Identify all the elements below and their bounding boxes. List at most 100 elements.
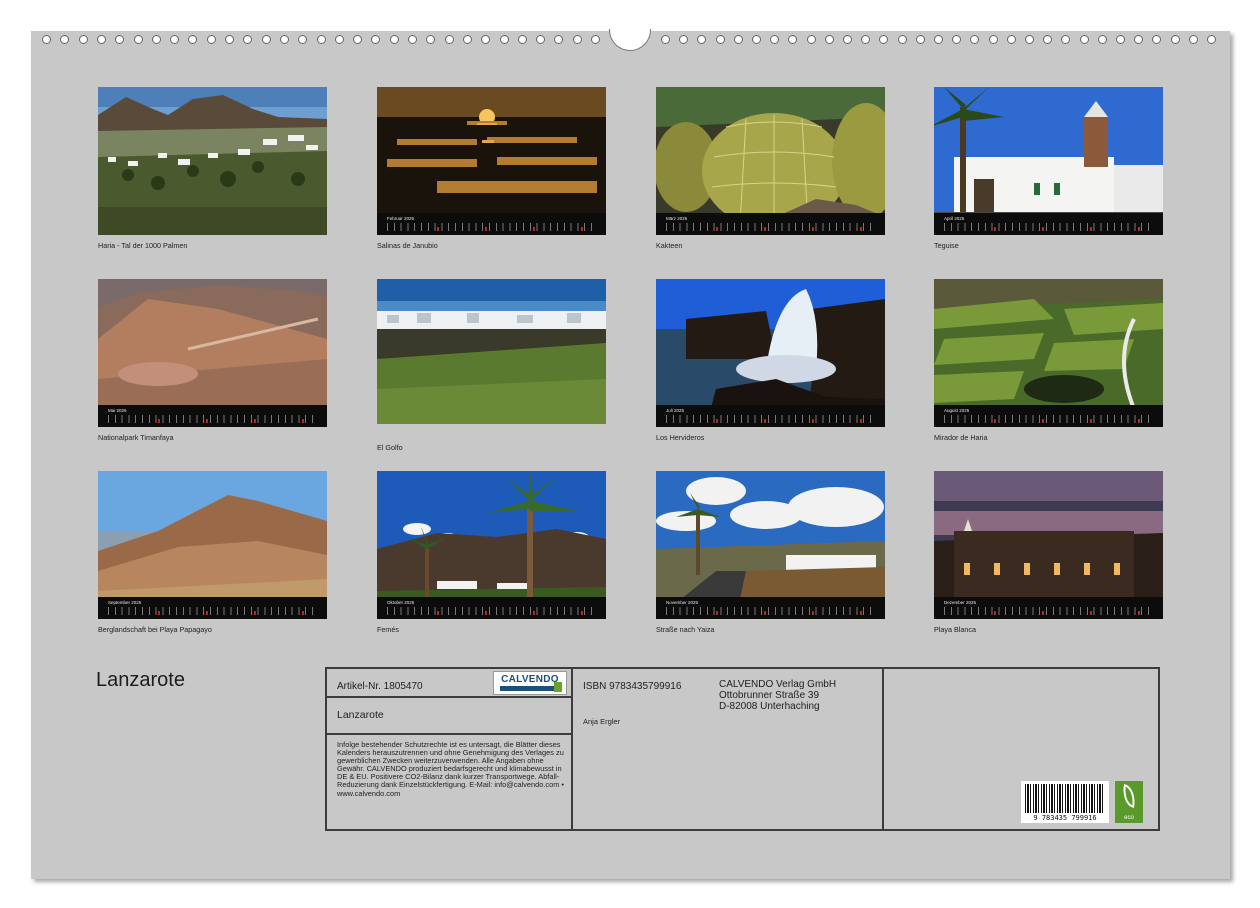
month-tile: Oktober 2025 Femés	[377, 471, 606, 634]
eco-label: eco	[1124, 815, 1134, 821]
binding-ring	[426, 35, 436, 44]
month-label: Oktober 2025	[387, 600, 415, 605]
month-tile: Februar 2025 Salinas de Janubio	[377, 87, 606, 250]
article-number: Artikel-Nr. 1805470	[337, 681, 423, 692]
binding-ring	[572, 35, 582, 44]
month-tile: März 2025 Kakteen	[656, 87, 885, 250]
month-label: August 2025	[944, 408, 970, 413]
binding-ring	[591, 35, 600, 44]
photo-mountain: September 2025	[98, 471, 327, 619]
month-tile: September 2025 Berglandschaft bei Playa …	[98, 471, 327, 634]
photo-coastvillage	[377, 279, 606, 424]
binding-ring	[1006, 35, 1016, 44]
binding-ring	[1134, 35, 1144, 44]
tile-caption: Haria - Tal der 1000 Palmen	[98, 241, 188, 250]
tile-caption: Salinas de Janubio	[377, 241, 438, 250]
month-label: Februar 2025	[387, 216, 415, 221]
tile-caption: Kakteen	[656, 241, 683, 250]
binding-ring	[788, 35, 798, 44]
tile-caption: Berglandschaft bei Playa Papagayo	[98, 625, 212, 634]
month-tile: August 2025 Mirador de Haria	[934, 279, 1163, 442]
binding-ring	[752, 35, 761, 44]
binding-ring	[715, 35, 725, 44]
imprint-box: Artikel-Nr. 1805470 CALVENDO Lanzarote I…	[325, 667, 1160, 831]
month-label: März 2025	[666, 216, 688, 221]
photo-cactus: März 2025	[656, 87, 885, 235]
binding-ring	[952, 35, 962, 44]
binding-ring	[298, 35, 308, 44]
binding-ring	[389, 35, 399, 44]
photo-palmhill: Oktober 2025	[377, 471, 606, 619]
binding-ring	[316, 35, 326, 44]
binding-ring	[1061, 35, 1071, 44]
binding-ring	[554, 35, 564, 44]
binding-ring	[843, 35, 852, 44]
isbn: ISBN 9783435799916	[583, 681, 682, 692]
binding-ring	[353, 35, 363, 44]
barcode-number: 9 783435 799916	[1033, 814, 1097, 822]
binding-ring	[151, 35, 161, 44]
binding-ring	[188, 35, 198, 44]
month-tile: Haria - Tal der 1000 Palmen	[98, 87, 327, 250]
binding-ring	[879, 35, 889, 44]
binding-ring	[60, 35, 70, 44]
binding-ring	[170, 35, 180, 44]
calendar-bar: Februar 2025	[377, 213, 606, 235]
binding-ring	[1188, 35, 1198, 44]
binding-ring	[243, 35, 253, 44]
binding-ring	[1152, 35, 1162, 44]
photo-saltpans: Februar 2025	[377, 87, 606, 235]
tile-caption: Straße nach Yaiza	[656, 625, 715, 634]
binding-ring	[824, 35, 834, 44]
binding-ring	[78, 35, 88, 44]
month-label: November 2025	[666, 600, 699, 605]
calendar-bar: Mai 2025	[98, 405, 327, 427]
calendar-bar: September 2025	[98, 597, 327, 619]
binding-ring	[371, 35, 381, 44]
publisher-line-3: D-82008 Unterhaching	[719, 701, 820, 712]
tile-caption: Los Hervideros	[656, 433, 705, 442]
month-tile: El Golfo	[377, 279, 606, 452]
binding-ring	[444, 35, 454, 44]
tile-caption: Mirador de Haria	[934, 433, 988, 442]
photo-valley	[98, 87, 327, 235]
calvendo-logo: CALVENDO	[493, 671, 567, 695]
binding-ring	[1025, 35, 1034, 44]
binding-ring	[897, 35, 907, 44]
binding-ring	[988, 35, 998, 44]
binding-ring	[1097, 35, 1107, 44]
tile-caption: Teguise	[934, 241, 959, 250]
binding-ring	[679, 35, 689, 44]
eco-badge: eco	[1115, 781, 1143, 823]
month-tile: April 2025 Teguise	[934, 87, 1163, 250]
binding-ring	[934, 35, 943, 44]
tile-caption: El Golfo	[377, 443, 403, 452]
calendar-bar: Oktober 2025	[377, 597, 606, 619]
tile-caption: Femés	[377, 625, 399, 634]
author: Anja Ergler	[583, 717, 621, 726]
month-tile: Dezember 2025 Playa Blanca	[934, 471, 1163, 634]
binding-ring	[334, 35, 344, 44]
ean-barcode: 9 783435 799916	[1021, 781, 1109, 823]
binding-ring	[42, 35, 51, 44]
binding-ring	[279, 35, 289, 44]
month-label: Dezember 2025	[944, 600, 977, 605]
leaf-icon	[1120, 783, 1138, 809]
calendar-bar: August 2025	[934, 405, 1163, 427]
tile-caption: Playa Blanca	[934, 625, 976, 634]
binding-ring	[1170, 35, 1180, 44]
binding-ring	[1207, 35, 1216, 44]
binding-ring	[261, 35, 271, 44]
calendar-bar: November 2025	[656, 597, 885, 619]
binding-ring	[96, 35, 106, 44]
calendar-bar: März 2025	[656, 213, 885, 235]
binding-ring	[661, 35, 670, 44]
calendar-bar: April 2025	[934, 213, 1163, 235]
imprint-title: Lanzarote	[337, 709, 384, 721]
month-tile: November 2025 Straße nach Yaiza	[656, 471, 885, 634]
binding-ring	[1043, 35, 1053, 44]
binding-ring	[408, 35, 417, 44]
binding-ring	[915, 35, 925, 44]
month-label: Mai 2025	[108, 408, 127, 413]
photo-volcano: Mai 2025	[98, 279, 327, 427]
